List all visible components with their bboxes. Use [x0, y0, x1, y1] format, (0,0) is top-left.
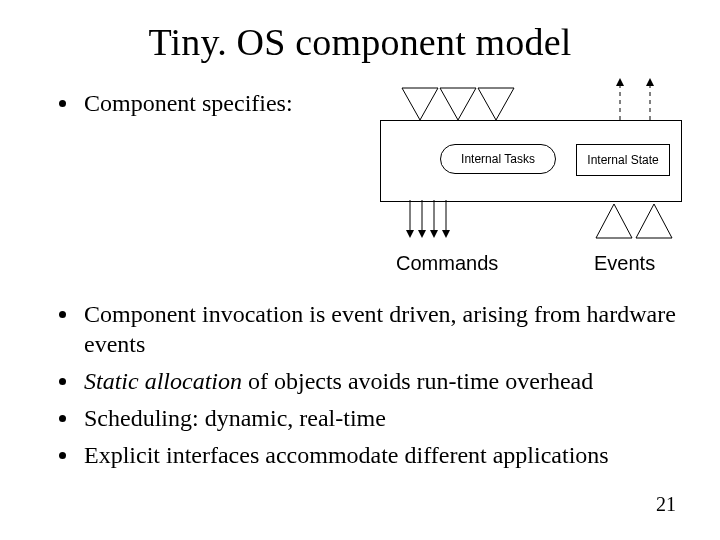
diagram-arrows: [380, 78, 680, 278]
bullet-item: Explicit interfaces accommodate differen…: [80, 440, 708, 471]
svg-marker-15: [596, 204, 632, 238]
bullet-rest: of objects avoids run-time overhead: [242, 368, 593, 394]
svg-marker-12: [430, 230, 438, 238]
component-diagram: Internal Tasks Internal State Commands E…: [380, 78, 680, 278]
svg-marker-6: [646, 78, 654, 86]
page-number: 21: [656, 493, 676, 516]
commands-label: Commands: [396, 252, 498, 275]
svg-marker-8: [406, 230, 414, 238]
svg-marker-2: [478, 88, 514, 120]
bullet-item: Scheduling: dynamic, real-time: [80, 403, 708, 434]
bullet-item: Static allocation of objects avoids run-…: [80, 366, 708, 397]
events-label: Events: [594, 252, 655, 275]
svg-marker-16: [636, 204, 672, 238]
page-title: Tiny. OS component model: [0, 20, 720, 64]
bullet-item: Component invocation is event driven, ar…: [80, 299, 708, 360]
svg-marker-14: [442, 230, 450, 238]
svg-marker-0: [402, 88, 438, 120]
svg-marker-1: [440, 88, 476, 120]
italic-text: Static allocation: [84, 368, 242, 394]
svg-marker-10: [418, 230, 426, 238]
svg-marker-4: [616, 78, 624, 86]
